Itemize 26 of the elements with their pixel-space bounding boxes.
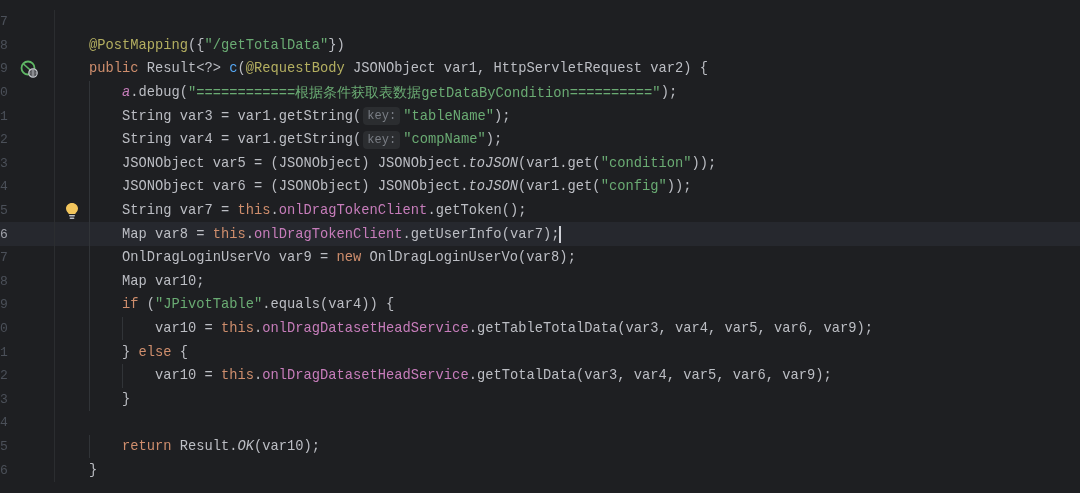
code-text: Map var10;	[56, 269, 205, 294]
code-text: public Result<?> c(@RequestBody JSONObject var1, HttpServletRequest var2) {	[88, 60, 708, 79]
code-text: if ("JPivotTable".equals(var4)) {	[56, 293, 395, 317]
code-text: var10 = this.onlDragDatasetHeadService.getTableTotalData(var3, var4, var5, var6, var9);	[56, 316, 873, 341]
code-text: a.debug("============根据条件获取表数据getDataByCondition==========");	[56, 80, 678, 105]
inlay-hint: key:	[363, 107, 401, 126]
line-number: 6	[0, 226, 8, 242]
code-text: JSONObject var5 = (JSONObject) JSONObject.toJSON(var1.get("condition"));	[56, 151, 717, 176]
code-text: Map var8 = this.onlDragTokenClient.getUserInfo(var7);	[56, 222, 560, 246]
inlay-hint: key:	[363, 130, 401, 149]
code-text: }	[88, 461, 98, 480]
code-text: OnlDragLoginUserVo var9 = new OnlDragLoginUserVo(var8);	[56, 245, 576, 270]
lightbulb-icon[interactable]	[65, 201, 79, 220]
code-text: } else {	[56, 340, 189, 364]
text-cursor	[559, 225, 561, 243]
code-text: @PostMapping({"/getTotalData"})	[88, 36, 345, 55]
code-text: var10 = this.onlDragDatasetHeadService.getTotalData(var3, var4, var5, var6, var9);	[56, 363, 832, 388]
code-text: }	[56, 387, 131, 412]
code-text: return Result.OK(var10);	[56, 434, 321, 459]
code-text: JSONObject var6 = (JSONObject) JSONObject.toJSON(var1.get("config"));	[56, 175, 692, 199]
code-text: String var7 = this.onlDragTokenClient.getToken();	[56, 198, 527, 223]
globe-icon[interactable]	[19, 60, 38, 78]
code-text: String var4 = var1.getString(	[56, 127, 362, 152]
code-text: "tableName");	[403, 107, 511, 126]
code-text: "compName");	[403, 131, 503, 150]
code-text: String var3 = var1.getString(	[56, 104, 362, 128]
